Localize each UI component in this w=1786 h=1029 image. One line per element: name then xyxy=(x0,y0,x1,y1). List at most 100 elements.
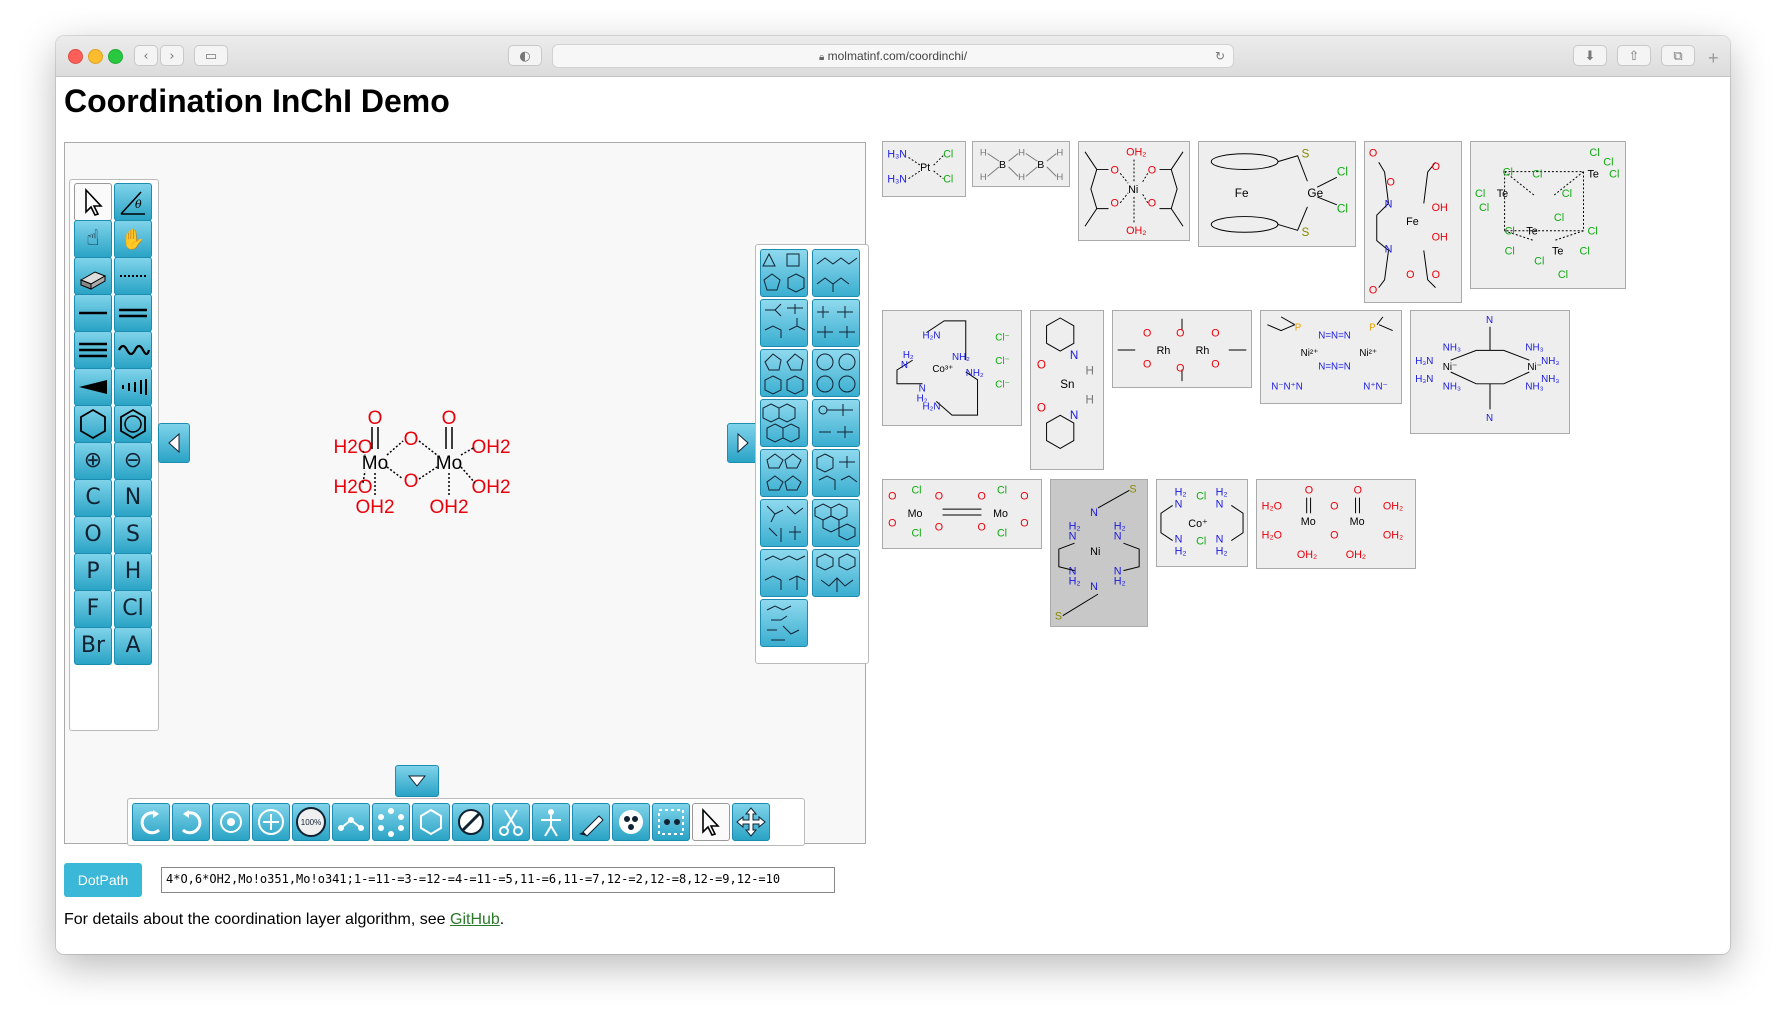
element-n-button[interactable]: N xyxy=(114,479,152,517)
svg-text:O: O xyxy=(1020,518,1028,530)
element-s-button[interactable]: S xyxy=(114,516,152,554)
element-cl-button[interactable]: Cl xyxy=(114,590,152,628)
example-diborane[interactable]: B B H H H H H H xyxy=(972,141,1070,187)
charge-minus-tool[interactable]: ⊖ xyxy=(114,442,152,480)
eraser-tool[interactable] xyxy=(74,257,112,295)
flip-button[interactable] xyxy=(532,803,570,841)
address-bar[interactable]: 🔒︎ molmatinf.com/coordinchi/ ↻ xyxy=(552,44,1234,68)
aromatic-ring-tool[interactable] xyxy=(114,405,152,443)
example-te-cluster[interactable]: Te Te Te Te Cl Cl Cl Cl Cl Cl Cl Cl Cl Cl Cl Cl Cl Cl Cl xyxy=(1470,141,1626,289)
forward-button[interactable]: › xyxy=(160,45,184,66)
element-p-button[interactable]: P xyxy=(74,553,112,591)
close-window-button[interactable] xyxy=(68,49,83,64)
stamp-button[interactable] xyxy=(572,803,610,841)
hash-bond-tool[interactable] xyxy=(114,368,152,406)
dotted-bond-tool[interactable] xyxy=(114,257,152,295)
template-large-rings[interactable] xyxy=(812,349,860,397)
element-c-button[interactable]: C xyxy=(74,479,112,517)
template-chains[interactable] xyxy=(812,249,860,297)
element-o-button[interactable]: O xyxy=(74,516,112,554)
downloads-button[interactable]: ⬇ xyxy=(1573,45,1607,66)
svg-text:N: N xyxy=(1090,581,1098,593)
template-substituents[interactable] xyxy=(812,299,860,347)
svg-text:Te: Te xyxy=(1552,245,1563,257)
minimize-window-button[interactable] xyxy=(88,49,103,64)
share-button[interactable]: ⇧ xyxy=(1617,45,1651,66)
pointer-select-button[interactable] xyxy=(692,803,730,841)
zoom-in-button[interactable] xyxy=(252,803,290,841)
clear-button[interactable] xyxy=(452,803,490,841)
wavy-bond-tool[interactable] xyxy=(114,331,152,369)
template-protecting-groups[interactable] xyxy=(812,399,860,447)
svg-text:O: O xyxy=(1211,359,1219,371)
template-misc[interactable] xyxy=(760,599,808,647)
example-ni-cyanide[interactable]: Ni⁻ Ni⁻ N N NH₃ H₃N H₃N NH₃ NH₃ NH₃ NH₃ NH₃ xyxy=(1410,310,1570,434)
example-co-ethylenediamine[interactable]: Co⁺ Cl Cl H₂ N H₂ N N H₂ N H₂ xyxy=(1156,479,1248,567)
example-fe-edta[interactable]: Fe N N O O O OH OH O O O xyxy=(1364,141,1462,303)
redo-button[interactable] xyxy=(172,803,210,841)
template-bicyclic[interactable] xyxy=(760,349,808,397)
template-fused-rings[interactable] xyxy=(760,399,808,447)
element-f-button[interactable]: F xyxy=(74,590,112,628)
example-pt-complex[interactable]: H₃N H₃N Pt Cl Cl xyxy=(882,141,966,197)
pan-tool[interactable]: ☝ xyxy=(74,220,112,258)
dotpath-button[interactable]: DotPath xyxy=(64,863,142,897)
charge-plus-tool[interactable]: ⊕ xyxy=(74,442,112,480)
template-amino-acids[interactable] xyxy=(812,449,860,497)
example-co-tren[interactable]: Co³⁺ H₂N H₂ N NH₂ NH₂ N H₂ H₂N Cl⁻ Cl⁻ Cl⁻ xyxy=(882,310,1022,426)
footer-prefix: For details about the coordination layer… xyxy=(64,911,450,928)
triple-bond-tool[interactable] xyxy=(74,331,112,369)
undo-icon xyxy=(140,810,161,835)
clean-geometry-button[interactable] xyxy=(412,803,450,841)
example-ni-azide[interactable]: Ni²⁺ Ni²⁺ N=N=N N=N=N N⁻N⁺N N⁺N⁻ P P xyxy=(1260,310,1402,404)
connect-atoms-button[interactable] xyxy=(332,803,370,841)
ring-tool[interactable] xyxy=(74,405,112,443)
single-bond-tool[interactable] xyxy=(74,294,112,332)
example-ni-thiocyanate[interactable]: Ni N N H₂ N H₂ N N H₂ N H₂ S S xyxy=(1050,479,1148,627)
collapse-bottom-toolbar-button[interactable] xyxy=(395,765,439,797)
select-tool[interactable] xyxy=(74,183,112,221)
wedge-bond-tool[interactable] xyxy=(74,368,112,406)
new-tab-button[interactable]: + xyxy=(1708,48,1719,69)
sidebar-toggle-button[interactable]: ▭ xyxy=(194,45,228,66)
sketcher-canvas[interactable]: θ ☝ ✋ ⊕ ⊖ C N O S P H F Cl Br A O O O O … xyxy=(64,142,869,846)
zoom-fit-button[interactable] xyxy=(212,803,250,841)
svg-text:Cl: Cl xyxy=(1475,188,1485,200)
template-ligands[interactable] xyxy=(760,549,808,597)
undo-button[interactable] xyxy=(132,803,170,841)
double-bond-tool[interactable] xyxy=(114,294,152,332)
cut-button[interactable] xyxy=(492,803,530,841)
grab-tool[interactable]: ✋ xyxy=(114,220,152,258)
collapse-left-toolbar-button[interactable] xyxy=(158,423,190,463)
element-br-button[interactable]: Br xyxy=(74,627,112,665)
zoom-100-button[interactable]: 100% xyxy=(292,803,330,841)
privacy-report-button[interactable]: ◐ xyxy=(508,45,542,66)
zoom-window-button[interactable] xyxy=(108,49,123,64)
template-basic-shapes[interactable] xyxy=(760,249,808,297)
benzene-icon xyxy=(120,408,146,440)
back-button[interactable]: ‹ xyxy=(134,45,158,66)
angle-tool[interactable]: θ xyxy=(114,183,152,221)
template-nucleotides[interactable] xyxy=(760,499,808,547)
template-sugars[interactable] xyxy=(760,449,808,497)
github-link[interactable]: GitHub xyxy=(450,911,500,928)
tab-overview-button[interactable]: ⧉ xyxy=(1661,45,1695,66)
reload-icon[interactable]: ↻ xyxy=(1215,45,1225,67)
element-a-button[interactable]: A xyxy=(114,627,152,665)
example-ni-acac[interactable]: Ni OH₂ OH₂ O O O O xyxy=(1078,141,1190,241)
example-mo-dimer[interactable]: Mo Mo H₂O H₂O OH₂ OH₂ O O O O OH₂ OH₂ xyxy=(1256,479,1416,569)
example-ferrocene-ge[interactable]: Fe S S Ge Cl Cl xyxy=(1198,141,1356,247)
dotpath-output-field[interactable]: 4*O,6*OH2,Mo!o351,Mo!o341;1-=11-=3-=12-=… xyxy=(161,867,835,893)
example-mo-oxalate[interactable]: Mo Mo Cl Cl Cl Cl O O O O O O O O xyxy=(882,479,1042,549)
element-h-button[interactable]: H xyxy=(114,553,152,591)
example-sn-pyridinone[interactable]: Sn O O N N H H xyxy=(1030,310,1104,470)
select-region-button[interactable] xyxy=(652,803,690,841)
select-all-button[interactable] xyxy=(612,803,650,841)
template-functional-groups[interactable] xyxy=(760,299,808,347)
example-rh-acetate[interactable]: Rh Rh O O O O O O xyxy=(1112,310,1252,388)
template-metal-complexes[interactable] xyxy=(812,549,860,597)
move-button[interactable] xyxy=(732,803,770,841)
template-polycyclic[interactable] xyxy=(812,499,860,547)
molecule-drawing[interactable]: O O O O H2O H2O OH2 OH2 OH2 OH2 Mo Mo xyxy=(335,403,575,513)
select-ring-button[interactable] xyxy=(372,803,410,841)
